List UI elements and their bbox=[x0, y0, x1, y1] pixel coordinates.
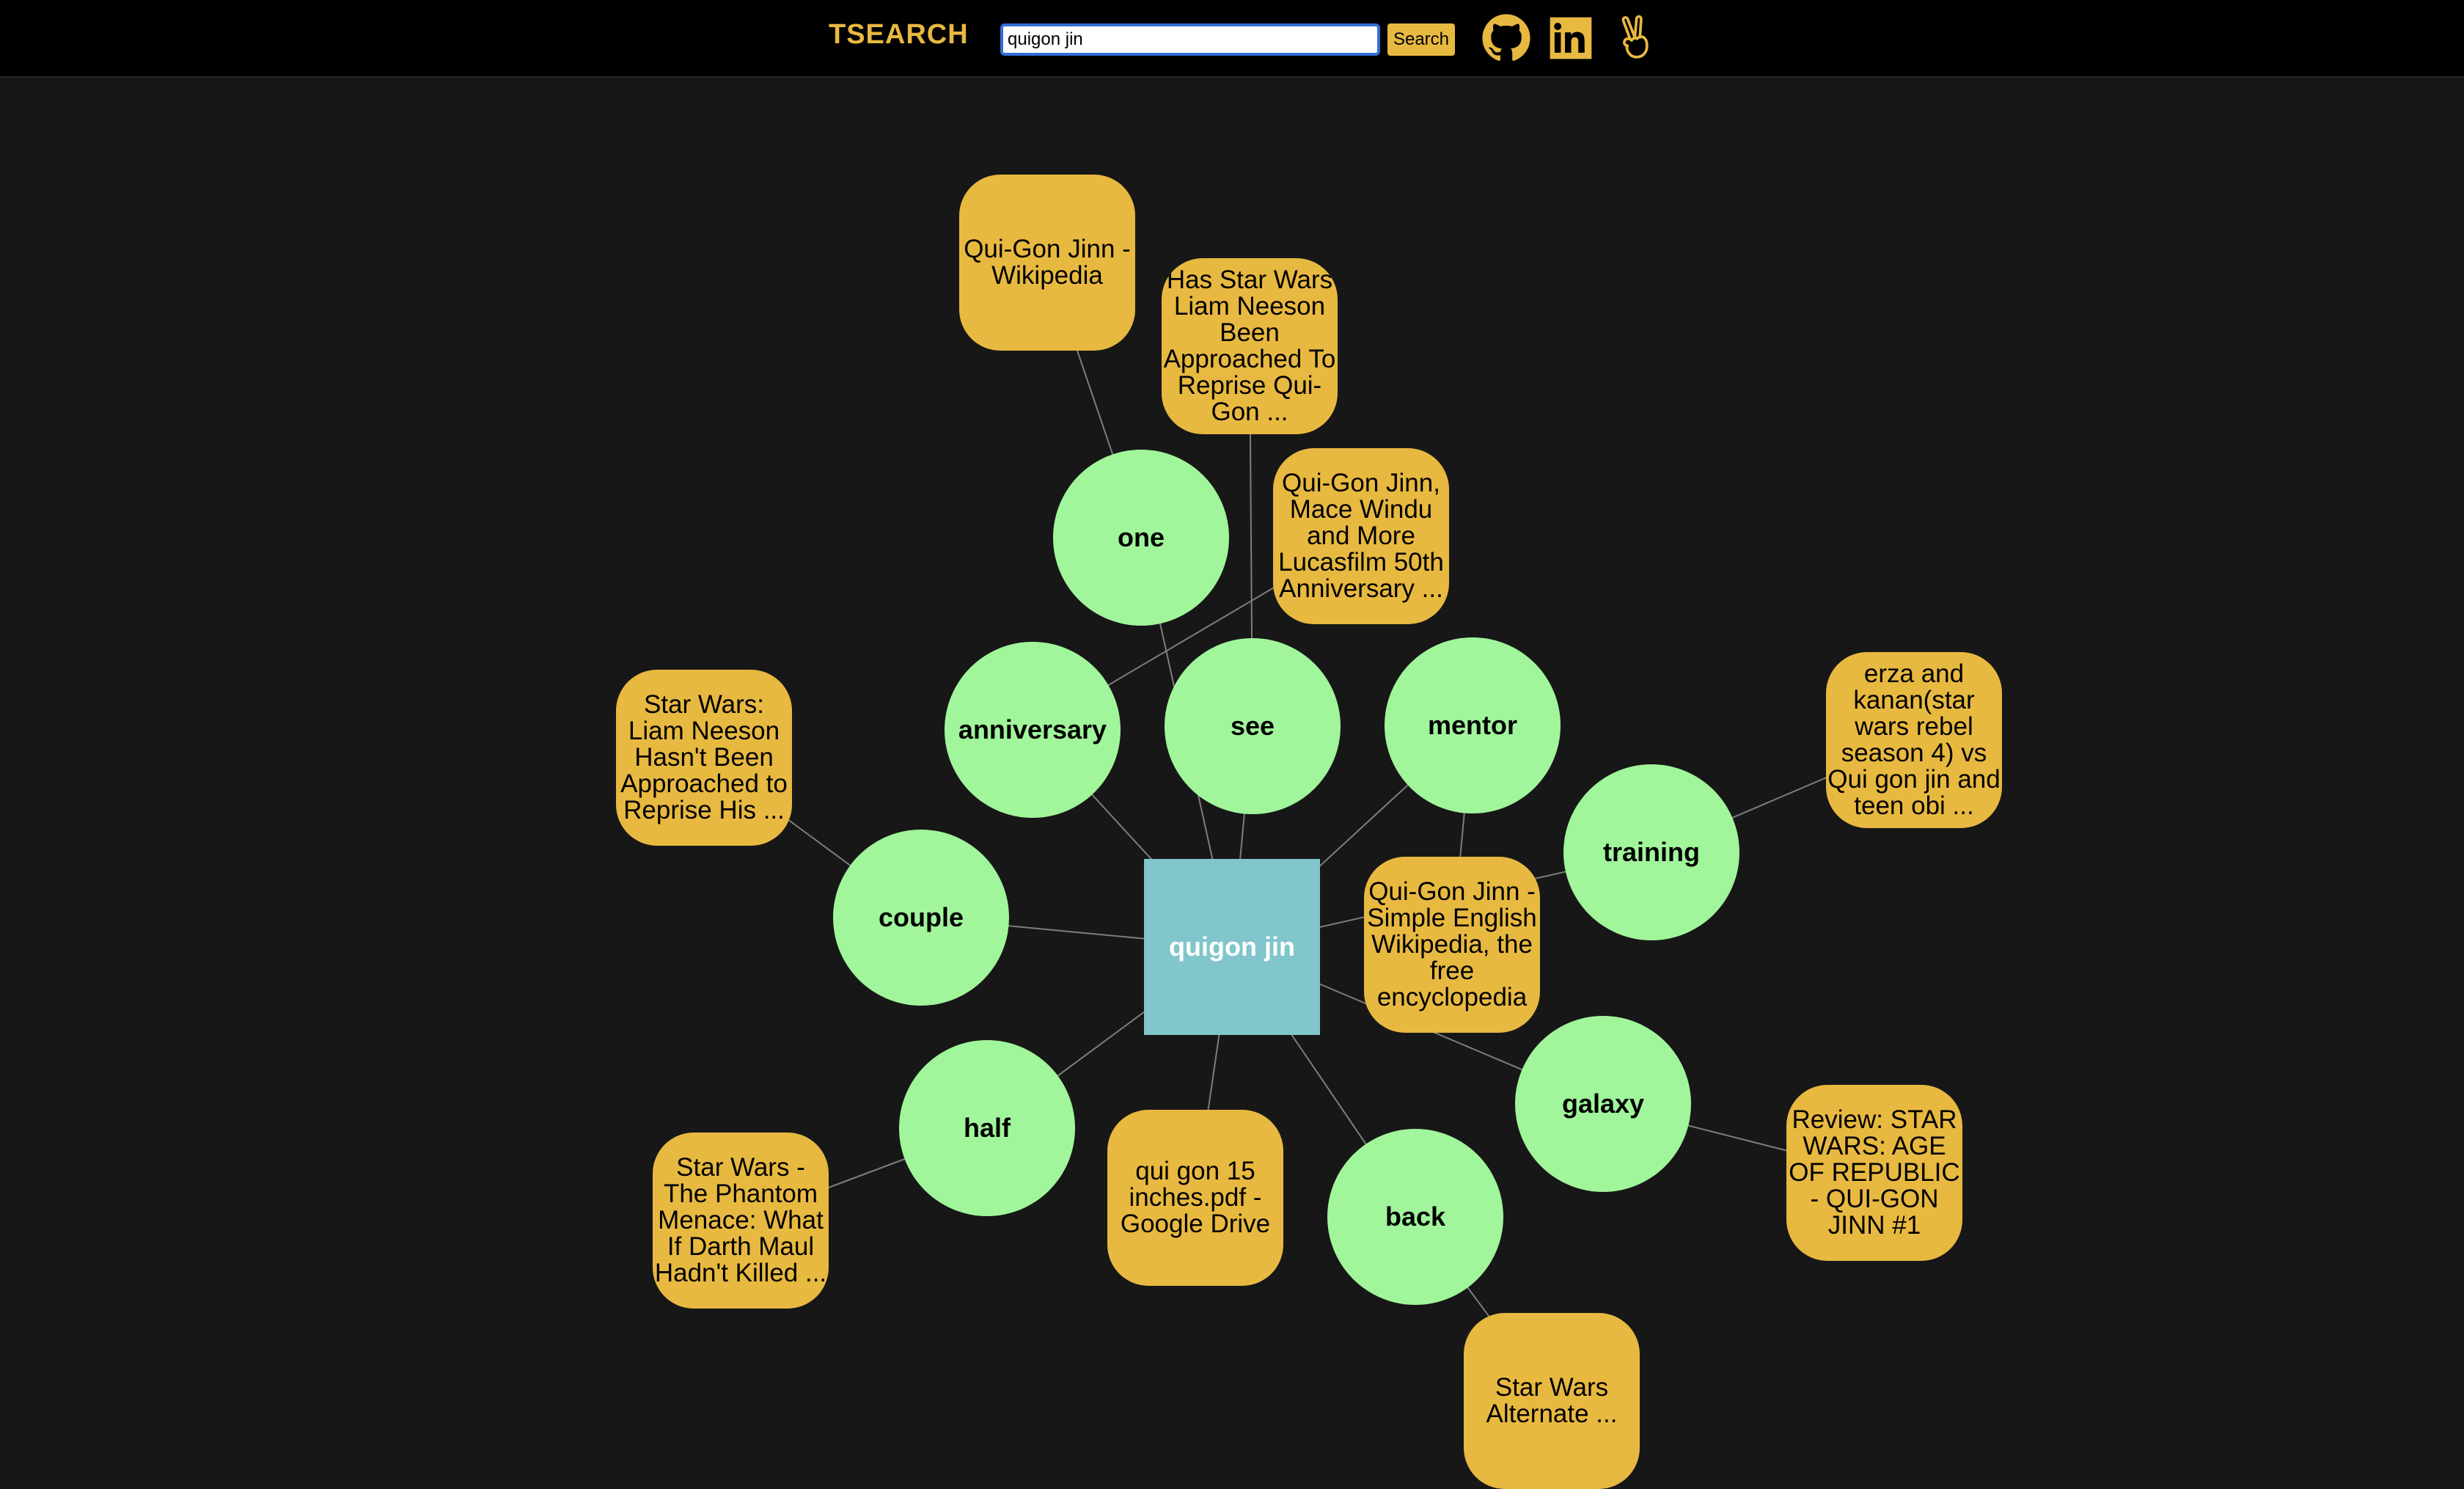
doc-node-result[interactable]: Review: STAR WARS: AGE OF REPUBLIC - QUI… bbox=[1786, 1085, 1962, 1261]
term-node-mentor[interactable]: mentor bbox=[1385, 637, 1561, 813]
doc-node-result[interactable]: Has Star Wars Liam Neeson Been Approache… bbox=[1162, 258, 1338, 434]
doc-node-result[interactable]: Qui-Gon Jinn, Mace Windu and More Lucasf… bbox=[1273, 448, 1449, 624]
term-node-back[interactable]: back bbox=[1327, 1129, 1503, 1305]
term-node-galaxy[interactable]: galaxy bbox=[1515, 1016, 1691, 1192]
doc-node-result[interactable]: Star Wars: Liam Neeson Hasn't Been Appro… bbox=[616, 670, 792, 846]
term-node-couple[interactable]: couple bbox=[833, 830, 1009, 1006]
doc-node-result[interactable]: qui gon 15 inches.pdf - Google Drive bbox=[1107, 1110, 1283, 1286]
doc-node-result[interactable]: Qui-Gon Jinn - Simple English Wikipedia,… bbox=[1364, 857, 1540, 1033]
doc-node-result[interactable]: Star Wars - The Phantom Menace: What If … bbox=[653, 1133, 829, 1309]
doc-node-result[interactable]: Star Wars Alternate ... bbox=[1464, 1313, 1640, 1489]
term-node-anniversary[interactable]: anniversary bbox=[945, 642, 1121, 818]
doc-node-result[interactable]: erza and kanan(star wars rebel season 4)… bbox=[1826, 652, 2002, 828]
doc-node-result[interactable]: Qui-Gon Jinn - Wikipedia bbox=[959, 175, 1135, 351]
search-graph: quigon jin one anniversary see mentor tr… bbox=[0, 78, 2464, 1489]
term-node-training[interactable]: training bbox=[1563, 764, 1739, 940]
term-node-see[interactable]: see bbox=[1165, 638, 1341, 814]
term-node-half[interactable]: half bbox=[899, 1040, 1075, 1216]
term-node-one[interactable]: one bbox=[1053, 450, 1229, 626]
center-node-query[interactable]: quigon jin bbox=[1144, 859, 1320, 1035]
